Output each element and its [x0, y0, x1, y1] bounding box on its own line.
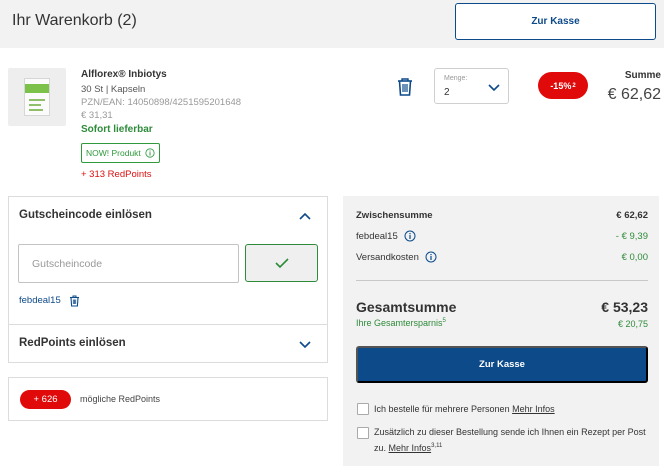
redpoints-badge: + 626	[20, 390, 71, 409]
discount-value: -15%	[550, 80, 572, 91]
multiple-persons-checkbox[interactable]	[357, 403, 369, 415]
summary-divider	[356, 280, 648, 281]
checkout-button[interactable]: Zur Kasse	[356, 346, 648, 383]
product-image[interactable]	[8, 68, 66, 126]
coupon-discount-label: febdeal15	[356, 230, 416, 242]
shipping-value: € 0,00	[621, 251, 648, 263]
page-title: Ihr Warenkorb (2)	[12, 12, 137, 29]
earned-redpoints: + 313 RedPoints	[81, 169, 152, 180]
subtotal-row: Zwischensumme € 62,62	[356, 210, 648, 221]
shipping-label: Versandkosten	[356, 251, 437, 263]
info-icon[interactable]	[145, 148, 155, 158]
product-variant: 30 St | Kapseln	[81, 84, 146, 95]
coupon-discount-value: - € 9,39	[615, 230, 648, 242]
line-total-value: € 62,62	[607, 86, 661, 103]
more-info-link[interactable]: Mehr Infos	[389, 443, 432, 453]
prescription-checkbox[interactable]	[357, 427, 369, 439]
applied-coupon-code: febdeal15	[19, 295, 61, 306]
header-bar: Ihr Warenkorb (2) Zur Kasse	[0, 0, 664, 48]
product-box-graphic	[24, 78, 50, 116]
chevron-up-icon[interactable]	[298, 211, 312, 221]
quantity-label: Menge:	[444, 75, 468, 82]
coupon-input[interactable]: Gutscheincode	[18, 244, 239, 283]
availability-status: Sofort lieferbar	[81, 124, 153, 135]
savings-footnote: 5	[442, 318, 446, 324]
product-unit-price: € 31,31	[81, 110, 113, 121]
redpoints-text: mögliche RedPoints	[80, 394, 161, 404]
shipping-row: Versandkosten € 0,00	[356, 251, 648, 263]
multiple-persons-text: Ich bestelle für mehrere Personen	[374, 404, 510, 414]
grand-total-value: € 53,23	[601, 299, 648, 315]
now-product-label: NOW! Produkt	[86, 148, 141, 158]
prescription-footnote: 3,11	[431, 443, 443, 449]
line-total-label: Summe	[624, 70, 661, 81]
quantity-select[interactable]: Menge: 2	[434, 68, 509, 104]
savings-value: € 20,75	[617, 319, 648, 329]
order-summary: Zwischensumme € 62,62 febdeal15 - € 9,39…	[343, 196, 659, 466]
checkmark-icon	[274, 258, 289, 269]
product-name[interactable]: Alflorex® Inbiotys	[81, 69, 167, 80]
redpoints-info: + 626 mögliche RedPoints	[8, 377, 328, 421]
prescription-option: Zusätzlich zu dieser Bestellung sende ic…	[374, 425, 646, 455]
more-info-link[interactable]: Mehr Infos	[512, 404, 555, 414]
savings-label: Ihre Gesamtersparnis5	[356, 318, 446, 328]
coupon-submit-button[interactable]	[245, 244, 318, 282]
savings-label-text: Ihre Gesamtersparnis	[356, 318, 443, 328]
discount-badge: -15% 2	[538, 72, 588, 99]
panel-divider	[9, 324, 327, 325]
coupon-discount-code: febdeal15	[356, 230, 398, 242]
checkout-button-top[interactable]: Zur Kasse	[455, 3, 656, 40]
chevron-down-icon[interactable]	[298, 339, 312, 349]
info-icon[interactable]	[404, 230, 416, 242]
grand-total-label: Gesamtsumme	[356, 299, 457, 315]
subtotal-label: Zwischensumme	[356, 210, 433, 221]
shipping-label-text: Versandkosten	[356, 251, 419, 263]
chevron-down-icon	[488, 84, 500, 92]
redpoints-panel-title[interactable]: RedPoints einlösen	[19, 337, 126, 349]
coupon-panel: Gutscheincode einlösen Gutscheincode feb…	[8, 196, 328, 363]
subtotal-value: € 62,62	[616, 210, 648, 221]
info-icon[interactable]	[425, 251, 437, 263]
remove-coupon-icon[interactable]	[69, 295, 80, 307]
trash-icon[interactable]	[396, 77, 414, 97]
coupon-panel-title[interactable]: Gutscheincode einlösen	[19, 209, 152, 221]
now-product-badge: NOW! Produkt	[81, 143, 160, 163]
multiple-persons-option: Ich bestelle für mehrere Personen Mehr I…	[374, 402, 646, 416]
coupon-discount-row: febdeal15 - € 9,39	[356, 230, 648, 242]
product-pzn: PZN/EAN: 14050898/4251595201648	[81, 97, 242, 108]
quantity-value: 2	[444, 87, 450, 98]
discount-footnote: 2	[572, 82, 576, 89]
